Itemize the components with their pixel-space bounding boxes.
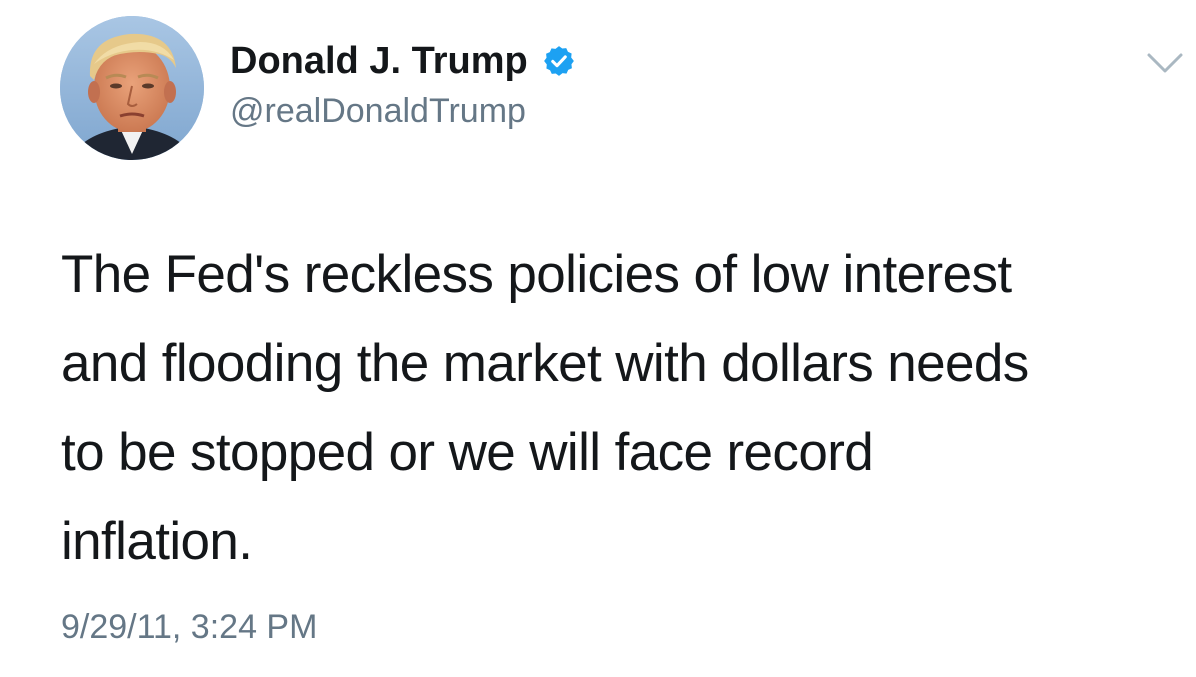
avatar-image: [60, 16, 204, 160]
tweet-text: The Fed's reckless policies of low inter…: [61, 245, 1029, 571]
avatar[interactable]: [60, 16, 204, 160]
author-display-name[interactable]: Donald J. Trump: [230, 38, 528, 84]
author-name-row: Donald J. Trump: [230, 38, 576, 84]
tweet-timestamp[interactable]: 9/29/11, 3:24 PM: [61, 605, 317, 649]
tweet-card: Donald J. Trump @realDonaldTrump The Fed…: [0, 0, 1196, 677]
verified-badge-icon: [543, 46, 574, 76]
author-handle[interactable]: @realDonaldTrump: [230, 90, 526, 132]
chevron-down-icon[interactable]: [1146, 50, 1184, 76]
